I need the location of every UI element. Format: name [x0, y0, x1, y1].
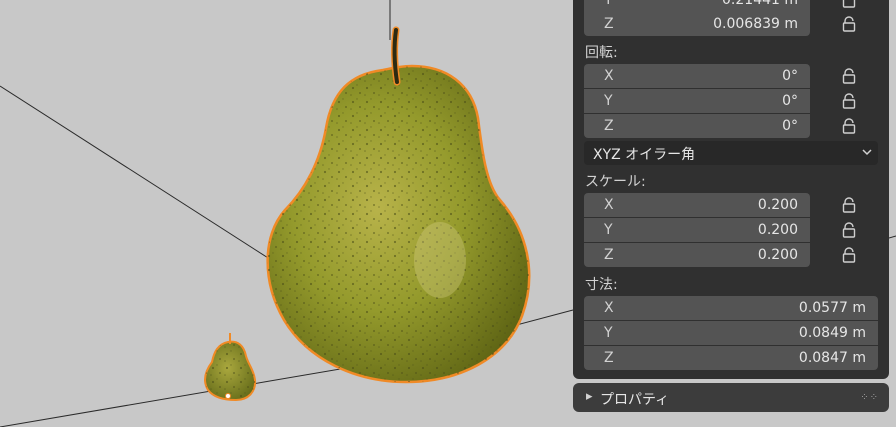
scale-x-value: 0.200: [757, 197, 798, 213]
scale-y-row: Y 0.200: [573, 218, 889, 242]
lock-icon[interactable]: [841, 247, 859, 263]
rotation-x-value: 0°: [782, 68, 798, 84]
location-y-field[interactable]: Y 0.21441 m: [584, 0, 810, 12]
dropdown-chevron-icon: [862, 149, 872, 156]
dimensions-y-value: 0.0849 m: [798, 325, 866, 341]
axis-label: Z: [604, 247, 614, 263]
dimensions-label: 寸法:: [585, 277, 618, 293]
axis-label: Y: [604, 0, 613, 8]
location-z-field[interactable]: Z 0.006839 m: [584, 12, 810, 36]
axis-label: Y: [604, 93, 613, 109]
rotation-mode-value: XYZ オイラー角: [593, 147, 696, 163]
axis-label: X: [604, 68, 614, 84]
rotation-y-field[interactable]: Y 0°: [584, 89, 810, 113]
lock-icon[interactable]: [841, 68, 859, 84]
axis-label: X: [604, 300, 614, 316]
lock-icon[interactable]: [841, 16, 859, 32]
scale-z-field[interactable]: Z 0.200: [584, 243, 810, 267]
lock-icon[interactable]: [841, 222, 859, 238]
dimensions-x-field[interactable]: X 0.0577 m: [584, 296, 878, 320]
axis-label: Y: [604, 222, 613, 238]
scale-z-row: Z 0.200: [573, 243, 889, 267]
dimensions-z-field[interactable]: Z 0.0847 m: [584, 346, 878, 370]
dimensions-x-value: 0.0577 m: [798, 300, 866, 316]
rotation-z-row: Z 0°: [573, 114, 889, 138]
location-z-value: 0.006839 m: [713, 16, 798, 32]
rotation-x-field[interactable]: X 0°: [584, 64, 810, 88]
dimensions-x-row: X 0.0577 m: [573, 296, 889, 320]
axis-label: Z: [604, 16, 614, 32]
scale-label: スケール:: [585, 174, 646, 190]
properties-section-header[interactable]: ▸ プロパティ ⁘⁘: [573, 383, 889, 412]
lock-icon[interactable]: [841, 93, 859, 109]
properties-section-label: プロパティ: [600, 392, 670, 408]
rotation-z-field[interactable]: Z 0°: [584, 114, 810, 138]
object-properties-panel: Y 0.21441 m Z 0.006839 m 回転: X 0° Y 0° Z…: [573, 0, 889, 379]
axis-label: X: [604, 197, 614, 213]
grip-icon[interactable]: ⁘⁘: [860, 392, 879, 403]
scale-z-value: 0.200: [757, 247, 798, 263]
axis-label: Z: [604, 118, 614, 134]
dimensions-y-field[interactable]: Y 0.0849 m: [584, 321, 878, 345]
location-y-row: Y 0.21441 m: [573, 0, 889, 12]
rotation-label: 回転:: [585, 45, 618, 61]
scale-y-value: 0.200: [757, 222, 798, 238]
dimensions-z-value: 0.0847 m: [798, 350, 866, 366]
rotation-y-row: Y 0°: [573, 89, 889, 113]
chevron-right-icon: ▸: [586, 389, 593, 404]
rotation-z-value: 0°: [782, 118, 798, 134]
lock-icon[interactable]: [841, 118, 859, 134]
location-y-value: 0.21441 m: [722, 0, 798, 8]
axis-label: Y: [604, 325, 613, 341]
axis-label: Z: [604, 350, 614, 366]
location-z-row: Z 0.006839 m: [573, 12, 889, 36]
scale-x-field[interactable]: X 0.200: [584, 193, 810, 217]
rotation-x-row: X 0°: [573, 64, 889, 88]
scale-y-field[interactable]: Y 0.200: [584, 218, 810, 242]
lock-icon[interactable]: [841, 0, 859, 8]
rotation-mode-dropdown[interactable]: XYZ オイラー角: [584, 141, 878, 165]
lock-icon[interactable]: [841, 197, 859, 213]
dimensions-z-row: Z 0.0847 m: [573, 346, 889, 370]
rotation-y-value: 0°: [782, 93, 798, 109]
dimensions-y-row: Y 0.0849 m: [573, 321, 889, 345]
scale-x-row: X 0.200: [573, 193, 889, 217]
